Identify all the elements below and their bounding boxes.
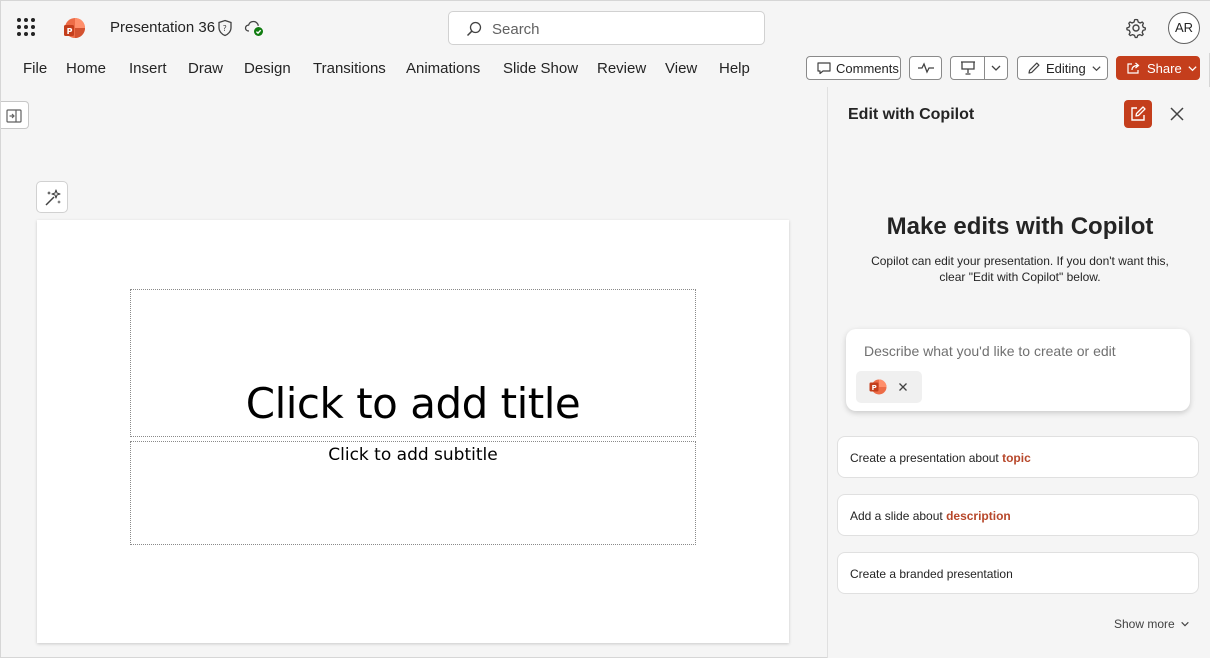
subtitle-placeholder[interactable]: Click to add subtitle bbox=[130, 441, 696, 545]
tab-home[interactable]: Home bbox=[66, 60, 106, 77]
tab-slide-show[interactable]: Slide Show bbox=[503, 60, 578, 77]
tab-draw[interactable]: Draw bbox=[188, 60, 223, 77]
search-box[interactable] bbox=[448, 11, 765, 45]
svg-text:P: P bbox=[872, 384, 877, 392]
subtitle-placeholder-text: Click to add subtitle bbox=[328, 445, 498, 465]
new-chat-button[interactable] bbox=[1124, 100, 1152, 128]
tab-insert[interactable]: Insert bbox=[129, 60, 167, 77]
designer-sparkle-icon bbox=[45, 189, 61, 206]
gear-icon[interactable] bbox=[1125, 17, 1147, 39]
tab-view[interactable]: View bbox=[665, 60, 697, 77]
ribbon-tabs: File Home Insert Draw Design Transitions… bbox=[1, 53, 1210, 87]
present-button[interactable] bbox=[950, 56, 1008, 80]
suggestion-keyword: topic bbox=[1002, 451, 1031, 465]
cloud-check-icon[interactable] bbox=[244, 19, 264, 37]
activity-icon bbox=[917, 62, 934, 74]
title-placeholder-text: Click to add title bbox=[245, 379, 581, 428]
comment-icon bbox=[817, 62, 831, 75]
chevron-down-icon bbox=[1180, 621, 1189, 627]
share-label: Share bbox=[1147, 60, 1182, 76]
chevron-down-icon bbox=[1092, 65, 1101, 71]
title-placeholder[interactable]: Click to add title bbox=[130, 289, 696, 437]
search-icon bbox=[466, 21, 482, 37]
app-launcher-icon[interactable] bbox=[17, 18, 35, 36]
attached-file-chip: P bbox=[856, 371, 922, 403]
prompt-card: P bbox=[846, 329, 1190, 411]
tab-design[interactable]: Design bbox=[244, 60, 291, 77]
tab-review[interactable]: Review bbox=[597, 60, 646, 77]
editing-mode-button[interactable]: Editing bbox=[1017, 56, 1108, 80]
expand-pane-icon bbox=[6, 109, 22, 123]
copilot-prompt-input[interactable] bbox=[864, 341, 1174, 361]
copilot-description: Copilot can edit your presentation. If y… bbox=[871, 254, 1169, 284]
pencil-icon bbox=[1028, 62, 1040, 74]
suggestion-text: Create a branded presentation bbox=[850, 567, 1013, 581]
show-more-button[interactable]: Show more bbox=[1114, 617, 1190, 631]
editing-label: Editing bbox=[1046, 60, 1086, 76]
powerpoint-file-icon: P bbox=[869, 379, 887, 395]
avatar[interactable]: AR bbox=[1168, 12, 1200, 44]
suggestion-card[interactable]: Create a branded presentation bbox=[837, 552, 1199, 594]
suggestion-text: Add a slide about description bbox=[850, 509, 1011, 523]
present-icon bbox=[961, 61, 975, 75]
catch-up-button[interactable] bbox=[909, 56, 942, 80]
suggestion-keyword: description bbox=[946, 509, 1011, 523]
shield-icon[interactable]: ? bbox=[217, 19, 233, 37]
search-input[interactable] bbox=[492, 19, 752, 39]
remove-attachment-icon[interactable] bbox=[897, 381, 909, 393]
svg-text:P: P bbox=[67, 27, 73, 36]
suggestion-card[interactable]: Add a slide about description bbox=[837, 494, 1199, 536]
tab-file[interactable]: File bbox=[23, 60, 47, 77]
thumbnail-pane-toggle[interactable] bbox=[1, 101, 29, 129]
powerpoint-logo[interactable]: P bbox=[63, 17, 85, 39]
slide-canvas[interactable]: Click to add title Click to add subtitle bbox=[37, 220, 789, 643]
title-bar: P Presentation 36 ? AR bbox=[1, 1, 1210, 53]
tab-help[interactable]: Help bbox=[719, 60, 750, 77]
show-more-label: Show more bbox=[1114, 617, 1175, 631]
designer-button[interactable] bbox=[36, 181, 68, 213]
share-icon bbox=[1127, 62, 1140, 74]
split-divider bbox=[984, 57, 985, 79]
document-title[interactable]: Presentation 36 bbox=[110, 19, 215, 36]
comments-label: Comments bbox=[836, 60, 899, 76]
pane-title: Edit with Copilot bbox=[848, 106, 975, 123]
suggestion-text: Create a presentation about topic bbox=[850, 451, 1031, 465]
chevron-down-icon[interactable] bbox=[990, 62, 1002, 74]
comments-button[interactable]: Comments bbox=[806, 56, 901, 80]
tab-animations[interactable]: Animations bbox=[406, 60, 480, 77]
close-icon[interactable] bbox=[1167, 104, 1187, 124]
suggestion-card[interactable]: Create a presentation about topic bbox=[837, 436, 1199, 478]
share-button[interactable]: Share bbox=[1116, 56, 1200, 80]
copilot-pane: Edit with Copilot Make edits with Copilo… bbox=[827, 87, 1210, 658]
copilot-heading: Make edits with Copilot bbox=[886, 213, 1154, 240]
chevron-down-icon bbox=[1188, 65, 1197, 71]
svg-text:?: ? bbox=[223, 24, 227, 33]
tab-transitions[interactable]: Transitions bbox=[313, 60, 386, 77]
compose-icon bbox=[1131, 106, 1146, 121]
